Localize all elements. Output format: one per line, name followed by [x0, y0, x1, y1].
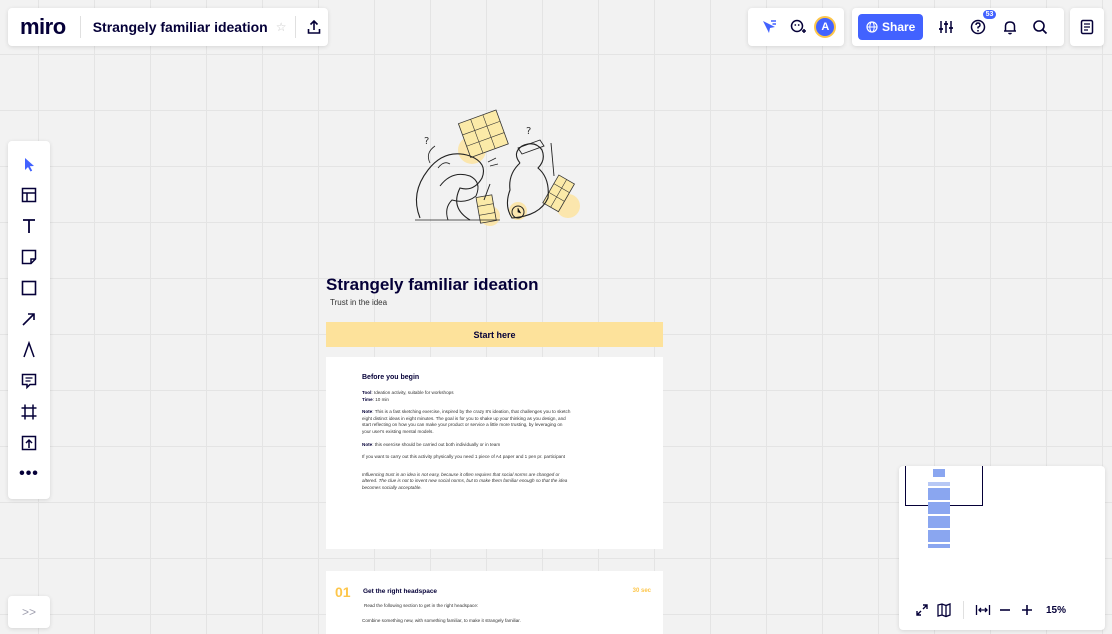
board-header: miro Strangely familiar ideation ☆: [8, 8, 328, 46]
board-menu: [1070, 8, 1104, 46]
board-content-subtitle[interactable]: Trust in the idea: [330, 298, 387, 307]
svg-text:?: ?: [526, 126, 531, 137]
minimap-block: [928, 502, 950, 514]
cursor-follow-icon[interactable]: [756, 14, 782, 40]
step-number: 01: [335, 584, 351, 600]
zoom-controls: 15%: [911, 600, 1097, 620]
sticky-note-icon[interactable]: [14, 242, 44, 272]
board-actions-bar: Share 53: [852, 8, 1064, 46]
before-you-begin-card[interactable]: Before you begin Tool: Ideation activity…: [326, 357, 663, 549]
minimap-block: [928, 516, 950, 528]
zoom-level[interactable]: 15%: [1046, 605, 1066, 616]
step-duration: 30 sec: [632, 588, 651, 594]
collaboration-bar: A: [748, 8, 844, 46]
search-icon[interactable]: [1027, 14, 1053, 40]
miro-logo[interactable]: miro: [20, 14, 66, 40]
notes-list-icon[interactable]: [1074, 14, 1100, 40]
expand-label: >>: [21, 605, 36, 619]
materials-text: If you want to carry out this activity p…: [362, 454, 566, 460]
zoom-in-icon[interactable]: [1016, 600, 1038, 620]
more-tools-icon[interactable]: •••: [14, 459, 44, 489]
pen-tool-icon[interactable]: [14, 335, 44, 365]
minimap-block: [928, 482, 950, 486]
minimap-block: [928, 488, 950, 500]
share-label: Share: [882, 20, 916, 34]
card-heading: Before you begin: [362, 374, 420, 381]
shape-tool-icon[interactable]: [14, 273, 44, 303]
divider: [294, 16, 296, 38]
frame-tool-icon[interactable]: [14, 397, 44, 427]
board-content-title[interactable]: Strangely familiar ideation: [326, 275, 539, 295]
board-title[interactable]: Strangely familiar ideation: [93, 19, 268, 35]
bell-icon[interactable]: [997, 14, 1023, 40]
note-text: Note: this exercise should be carried ou…: [362, 441, 501, 447]
minimap-panel: 15%: [899, 466, 1105, 630]
help-icon[interactable]: 53: [965, 10, 997, 40]
notification-badge: 53: [982, 10, 997, 19]
templates-icon[interactable]: [14, 180, 44, 210]
start-here-banner[interactable]: Start here: [326, 322, 663, 347]
user-avatar[interactable]: A: [814, 16, 837, 38]
share-button[interactable]: Share: [858, 14, 924, 40]
step-card[interactable]: 01 Get the right headspace 30 sec Read t…: [326, 571, 663, 634]
zoom-out-icon[interactable]: [994, 600, 1016, 620]
fit-width-icon[interactable]: [972, 600, 994, 620]
minimap-block: [933, 469, 945, 477]
note-text: Note: This is a fast sketching exercise,…: [362, 409, 571, 434]
start-here-label: Start here: [473, 329, 516, 340]
step-instruction: Read the following section to get in the…: [364, 603, 479, 608]
minimap-block: [928, 530, 950, 542]
creation-toolbar: •••: [8, 141, 50, 499]
export-icon[interactable]: [306, 19, 322, 35]
divider: [79, 16, 81, 38]
minimap-block: [928, 544, 950, 548]
settings-sliders-icon[interactable]: [933, 14, 959, 40]
quote-text: Influencing trust in an idea is not easy…: [362, 471, 568, 490]
connection-line-icon[interactable]: [14, 304, 44, 334]
svg-text:?: ?: [424, 136, 429, 147]
divider: [963, 601, 964, 619]
tool-time-text: Tool: Ideation activity, suitable for wo…: [362, 390, 454, 402]
star-icon[interactable]: ☆: [276, 20, 287, 34]
globe-icon: [866, 21, 878, 33]
map-icon[interactable]: [933, 600, 955, 620]
upload-icon[interactable]: [14, 428, 44, 458]
fit-to-screen-icon[interactable]: [911, 600, 933, 620]
step-instruction: Combine something new, with something fa…: [362, 618, 521, 623]
ideation-illustration: ? ?: [415, 109, 580, 226]
text-tool-icon[interactable]: [14, 211, 44, 241]
comment-icon[interactable]: [14, 366, 44, 396]
select-cursor-icon[interactable]: [14, 149, 44, 179]
step-title: Get the right headspace: [363, 588, 438, 595]
invite-collaborator-icon[interactable]: [785, 14, 811, 40]
expand-panel-button[interactable]: >>: [8, 596, 50, 628]
